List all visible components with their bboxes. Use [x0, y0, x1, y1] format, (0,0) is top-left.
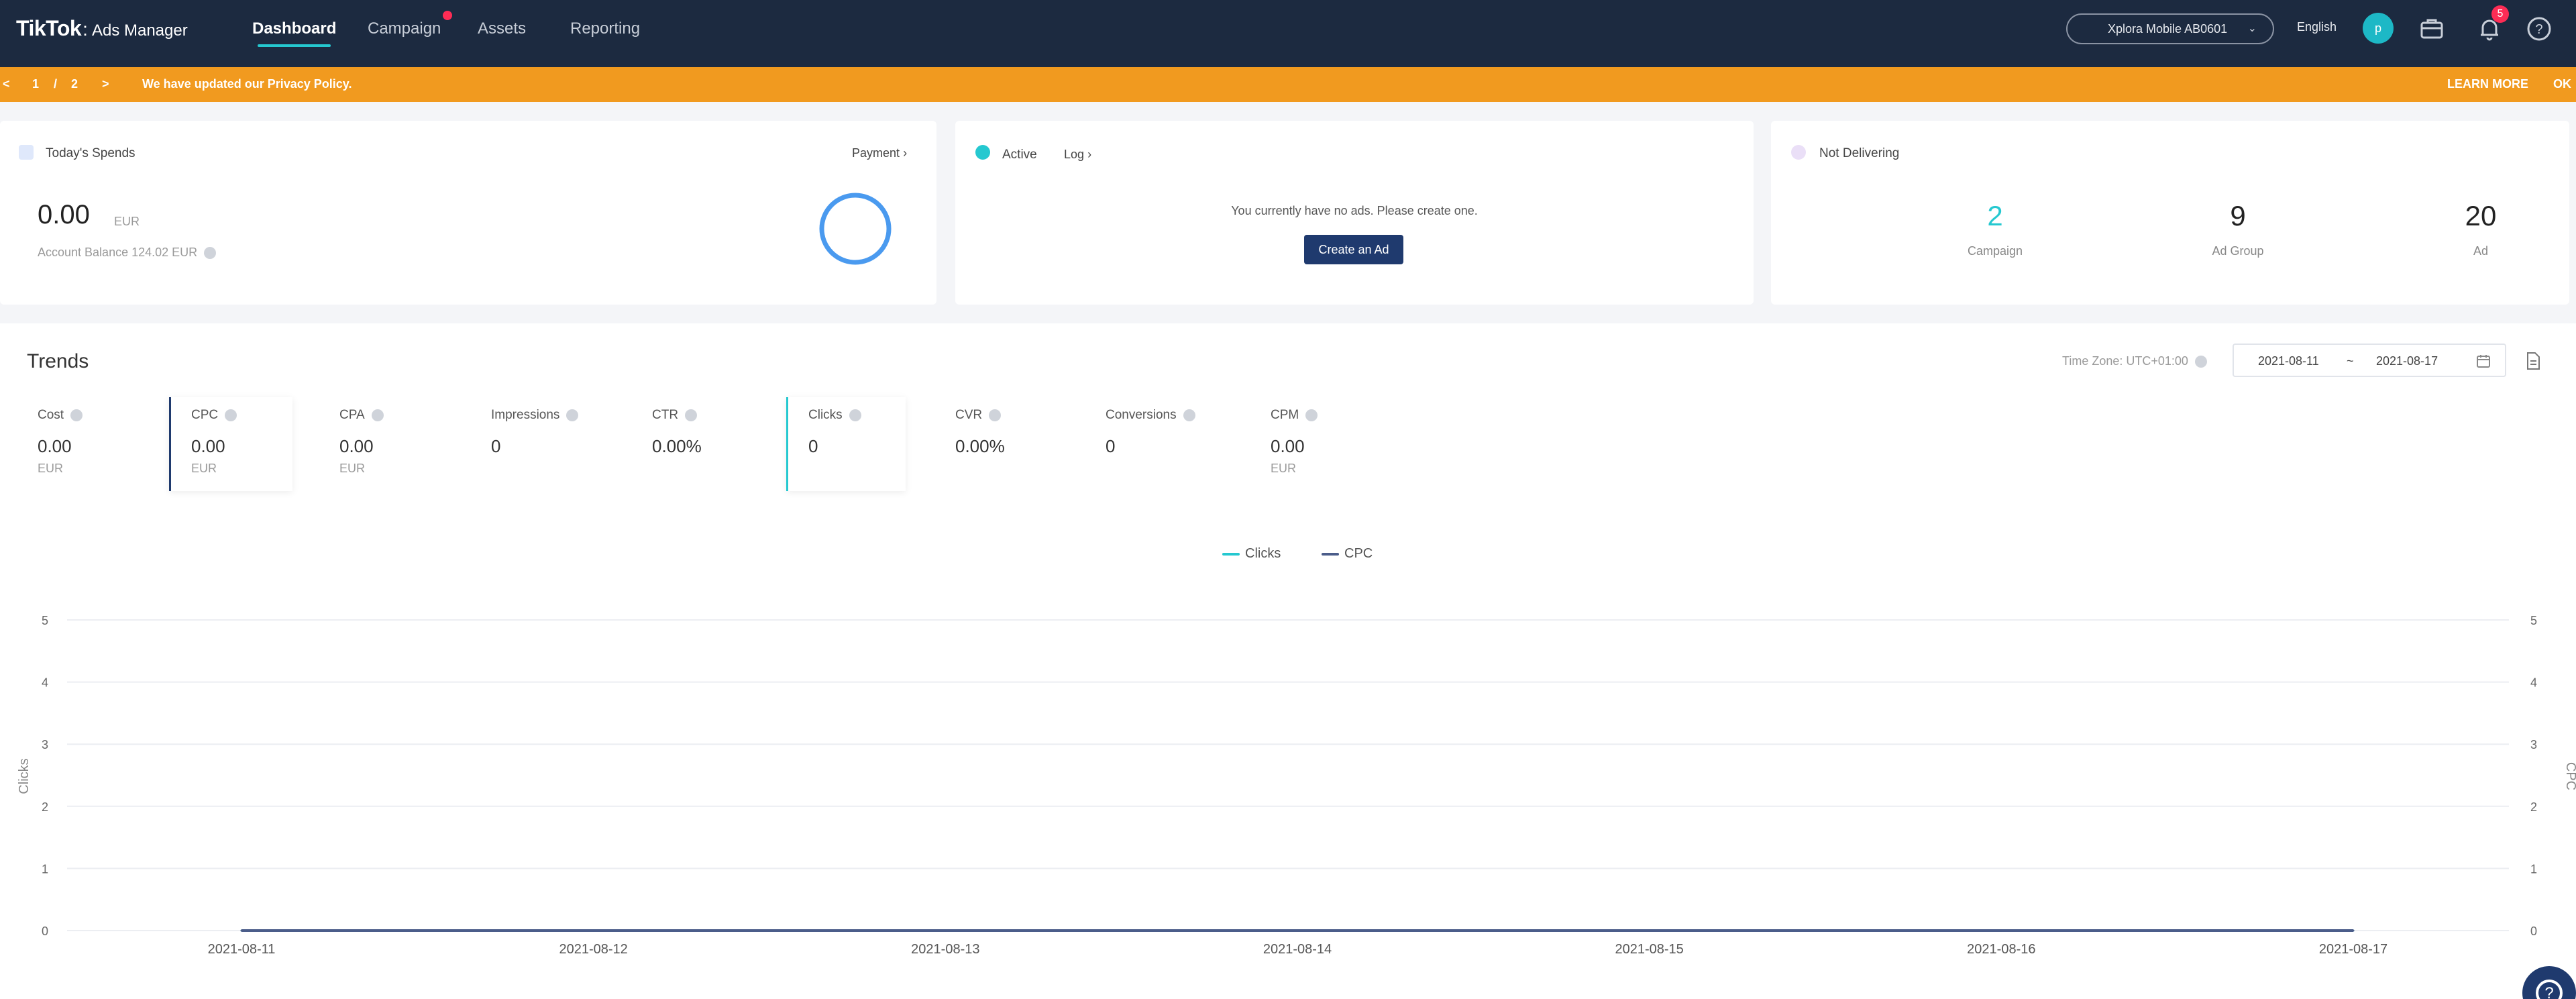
y-tick-label: 0	[42, 925, 48, 938]
payment-link[interactable]: Payment ›	[852, 146, 907, 160]
y-tick-label: 2	[42, 800, 48, 814]
svg-text:?: ?	[2544, 984, 2553, 999]
y2-tick-label: 3	[2530, 738, 2537, 751]
active-card: Active Log › You currently have no ads. …	[955, 121, 1754, 305]
language-switch[interactable]: English	[2297, 20, 2337, 34]
log-link[interactable]: Log ›	[1064, 148, 1091, 162]
help-icon[interactable]: ?	[2525, 15, 2553, 43]
account-balance: Account Balance 124.02 EUR	[38, 246, 217, 260]
help-icon: ?	[2536, 980, 2563, 999]
wallet-icon	[19, 145, 34, 160]
nav-campaign[interactable]: Campaign	[368, 0, 441, 67]
ad-count: 20	[2465, 200, 2497, 231]
not-delivering-card: Not Delivering 2 Campaign 9 Ad Group 20 …	[1771, 121, 2569, 305]
no-ads-message: You currently have no ads. Please create…	[1231, 204, 1478, 217]
chevron-down-icon: ⌄	[2247, 23, 2257, 34]
not-delivering-title: Not Delivering	[1819, 146, 1900, 160]
avatar[interactable]: p	[2363, 13, 2394, 44]
trends-chart: 0 0 1 1 2 2 3 3 4 4 5 5 Clicks CPC 2021-08-11 2021-08-1…	[17, 614, 2576, 957]
ad-group-count: 9	[2230, 200, 2246, 231]
campaign-count-label: Campaign	[1967, 244, 2023, 258]
top-nav: TikTok : Ads Manager Dashboard Campaign …	[0, 0, 2576, 67]
tiktok-ads-logo[interactable]: TikTok : Ads Manager	[16, 16, 188, 51]
y2-tick-label: 0	[2530, 925, 2537, 938]
notice-message: We have updated our Privacy Policy.	[142, 77, 352, 91]
ad-group-count-label: Ad Group	[2212, 244, 2264, 258]
privacy-notice-bar: < 1 / 2 > We have updated our Privacy Po…	[0, 67, 2576, 102]
notification-badge: 5	[2491, 5, 2509, 23]
data-point-cpc	[944, 929, 947, 932]
x-tick-label: 2021-08-11	[208, 942, 276, 957]
brand-sub: Ads Manager	[91, 21, 188, 40]
y2-tick-label: 1	[2530, 862, 2537, 876]
ad-count-label: Ad	[2473, 244, 2489, 258]
brand-main: TikTok	[16, 16, 82, 40]
notice-ok-button[interactable]: OK	[2553, 77, 2571, 91]
y2-axis-label: CPC	[2563, 762, 2576, 790]
nav-reporting[interactable]: Reporting	[570, 0, 640, 67]
data-point-cpc	[1648, 929, 1651, 932]
data-point-cpc	[2000, 929, 2002, 932]
create-ad-button[interactable]: Create an Ad	[1304, 235, 1403, 264]
x-tick-label: 2021-08-14	[1263, 942, 1332, 957]
spend-ring-chart	[819, 193, 892, 265]
svg-text:?: ?	[2535, 22, 2542, 37]
y2-tick-label: 5	[2530, 614, 2537, 627]
spends-currency: EUR	[114, 215, 140, 228]
learn-more-link[interactable]: LEARN MORE	[2447, 77, 2528, 91]
notice-page-total: 2	[71, 77, 78, 91]
y-tick-label: 4	[42, 676, 48, 690]
brand-separator: :	[83, 19, 88, 40]
chevron-right-icon: ›	[903, 146, 908, 160]
x-tick-label: 2021-08-15	[1615, 942, 1684, 957]
pause-status-icon	[1791, 145, 1806, 160]
trends-panel: Trends Time Zone: UTC+01:00 2021-08-11 ~…	[0, 323, 2576, 999]
spends-title: Today's Spends	[46, 146, 136, 160]
account-selector[interactable]: Xplora Mobile AB0601 ⌄	[2066, 13, 2274, 44]
data-point-cpc	[240, 929, 243, 932]
chevron-right-icon: ›	[1087, 148, 1092, 161]
campaign-alert-dot	[443, 11, 452, 20]
y2-tick-label: 2	[2530, 800, 2537, 814]
y-tick-label: 1	[42, 862, 48, 876]
nav-dashboard[interactable]: Dashboard	[252, 0, 336, 67]
notice-page-current: 1	[32, 77, 40, 91]
briefcase-icon[interactable]	[2418, 15, 2446, 43]
active-status-icon	[975, 145, 990, 160]
x-tick-label: 2021-08-16	[1967, 942, 2035, 957]
account-name: Xplora Mobile AB0601	[2108, 22, 2228, 36]
x-tick-label: 2021-08-12	[559, 942, 628, 957]
notice-next-button[interactable]: >	[102, 77, 109, 91]
x-tick-label: 2021-08-13	[911, 942, 979, 957]
y-axis-label: Clicks	[17, 758, 32, 794]
notice-page-separator: /	[54, 77, 58, 91]
todays-spends-card: Today's Spends Payment › 0.00 EUR Accoun…	[0, 121, 936, 305]
data-point-cpc	[2352, 929, 2355, 932]
y2-tick-label: 4	[2530, 676, 2537, 690]
data-point-cpc	[592, 929, 595, 932]
account-balance-text: Account Balance 124.02 EUR	[38, 246, 198, 259]
spends-amount: 0.00	[38, 200, 90, 229]
payment-link-label: Payment	[852, 146, 900, 160]
notice-prev-button[interactable]: <	[3, 77, 10, 91]
y-tick-label: 3	[42, 738, 48, 751]
info-icon[interactable]	[204, 247, 217, 260]
campaign-count[interactable]: 2	[1928, 200, 2062, 232]
help-chat-button[interactable]: ?	[2522, 966, 2576, 999]
x-tick-label: 2021-08-17	[2319, 942, 2387, 957]
y-tick-label: 5	[42, 614, 48, 627]
data-point-cpc	[1296, 929, 1299, 932]
nav-assets[interactable]: Assets	[478, 0, 526, 67]
log-link-label: Log	[1064, 148, 1085, 161]
active-title: Active	[1002, 148, 1037, 162]
